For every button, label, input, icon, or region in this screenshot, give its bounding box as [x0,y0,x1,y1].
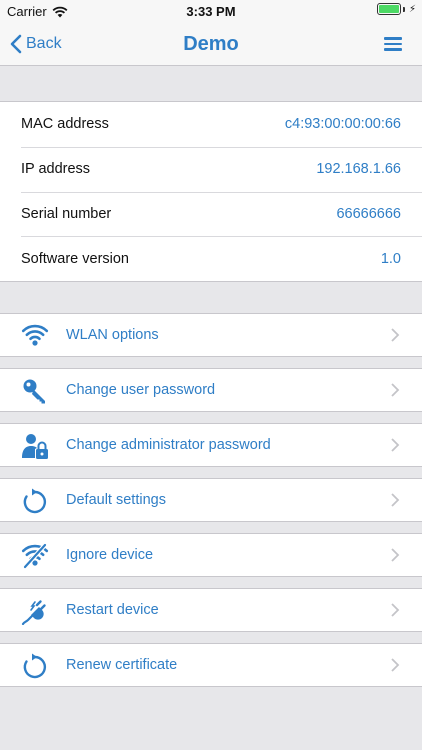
info-value: 1.0 [380,250,401,267]
chevron-right-icon [391,493,400,507]
info-label: Serial number [21,205,112,222]
status-time: 3:33 PM [186,4,236,19]
page-title: Demo [183,33,239,55]
action-label: Change administrator password [66,437,271,453]
reset-icon [23,488,47,514]
charging-icon: ⚡ [408,3,416,15]
plug-icon [21,600,46,625]
menu-button[interactable] [384,37,402,51]
action-label: Default settings [66,492,166,508]
change-user-password-button[interactable]: Change user password [0,368,422,412]
info-label: IP address [21,161,91,178]
battery-indicator: ⚡ [376,3,416,15]
chevron-right-icon [391,328,400,342]
info-label: MAC address [21,116,109,133]
hamburger-icon [384,37,402,40]
info-label: Software version [21,250,129,267]
status-bar: Carrier 3:33 PM ⚡ [0,0,422,22]
restart-device-button[interactable]: Restart device [0,588,422,632]
info-value: c4:93:00:00:00:66 [284,116,401,133]
admin-lock-icon [22,434,48,459]
chevron-right-icon [391,548,400,562]
info-row-ip: IP address 192.168.1.66 [0,146,422,192]
chevron-right-icon [391,438,400,452]
info-value: 192.168.1.66 [316,161,401,178]
info-row-mac: MAC address c4:93:00:00:00:66 [0,102,422,147]
action-label: WLAN options [66,327,159,343]
wifi-off-icon [21,542,49,570]
navigation-bar: Back Demo [0,22,422,66]
key-icon [23,379,45,404]
renew-icon [23,653,47,679]
info-row-software: Software version 1.0 [0,236,422,281]
info-row-serial: Serial number 66666666 [0,191,422,237]
change-administrator-password-button[interactable]: Change administrator password [0,423,422,467]
chevron-right-icon [391,383,400,397]
action-label: Restart device [66,602,159,618]
chevron-right-icon [391,603,400,617]
wifi-icon [21,324,49,346]
action-label: Change user password [66,382,216,398]
action-label: Renew certificate [66,657,178,673]
info-value: 66666666 [336,205,401,222]
renew-certificate-button[interactable]: Renew certificate [0,643,422,687]
battery-icon [376,3,401,15]
chevron-right-icon [391,658,400,672]
ignore-device-button[interactable]: Ignore device [0,533,422,577]
default-settings-button[interactable]: Default settings [0,478,422,522]
wlan-options-button[interactable]: WLAN options [0,313,422,357]
device-info-list: MAC address c4:93:00:00:00:66 IP address… [0,101,422,282]
action-label: Ignore device [66,547,154,563]
